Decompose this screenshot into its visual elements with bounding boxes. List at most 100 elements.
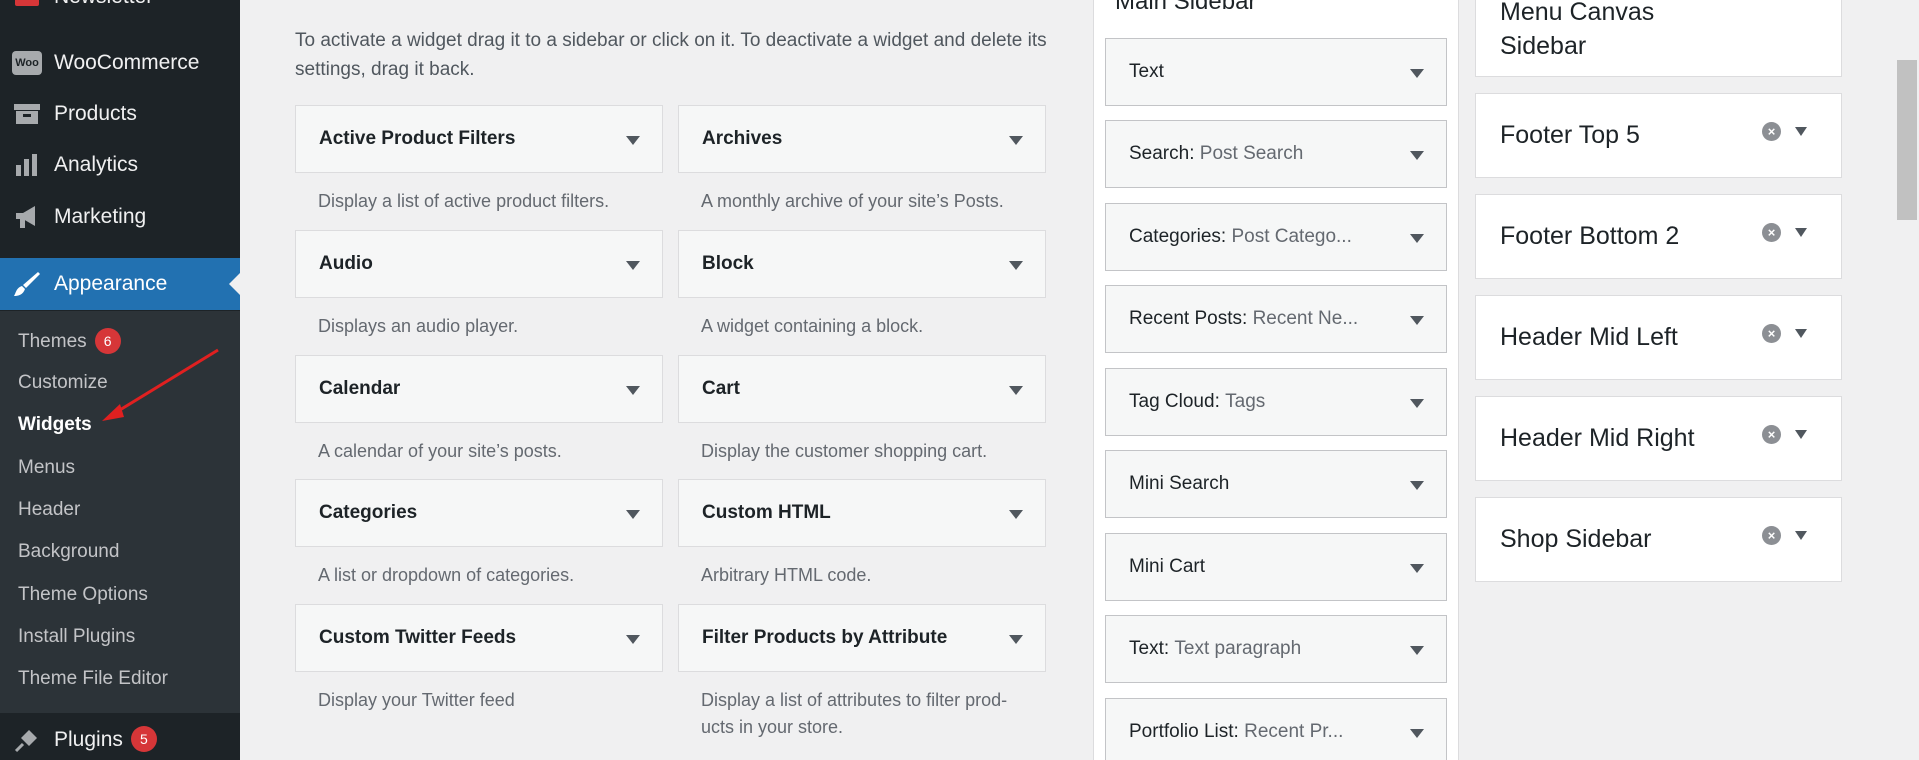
plugin-icon: [12, 725, 42, 755]
chevron-down-icon[interactable]: [1795, 228, 1807, 237]
widget-description: Display the customer shopping cart.: [701, 441, 988, 461]
submenu-item-header[interactable]: Header: [18, 495, 80, 525]
widget-description: A widget containing a block.: [701, 316, 924, 336]
remove-icon[interactable]: ×: [1762, 526, 1781, 545]
available-widgets-description: To activate a widget drag it to a sideba…: [295, 30, 1047, 80]
widget-description: Displays an audio player.: [318, 316, 519, 336]
chevron-down-icon[interactable]: [1795, 430, 1807, 439]
sidebar-title: Header Mid Right: [1500, 424, 1695, 452]
chevron-down-icon[interactable]: [626, 510, 640, 519]
sidebar-widget-portfolio-list[interactable]: Portfolio List: Recent Pr...: [1105, 698, 1447, 760]
submenu-item-install-plugins[interactable]: Install Plugins: [18, 622, 135, 652]
menu-item-label: Analytics: [54, 153, 139, 176]
sidebar-widget-text-paragraph[interactable]: Text: Text paragraph: [1105, 615, 1447, 683]
sidebar-title: Shop Sidebar: [1500, 525, 1652, 553]
remove-icon[interactable]: ×: [1762, 324, 1781, 343]
menu-item-marketing[interactable]: Marketing: [0, 192, 240, 242]
main-sidebar-title[interactable]: Main Sidebar: [1115, 0, 1256, 16]
chevron-down-icon[interactable]: [626, 386, 640, 395]
menu-item-newsletter[interactable]: Newsletter: [0, 0, 240, 22]
chevron-down-icon[interactable]: [1009, 635, 1023, 644]
sidebar-widget-search[interactable]: Search: Post Search: [1105, 120, 1447, 188]
chevron-down-icon[interactable]: [1410, 151, 1424, 160]
menu-item-woocommerce[interactable]: Woo WooCommerce: [0, 38, 240, 88]
sidebar-menu-canvas[interactable]: Menu Canvas Sidebar: [1475, 0, 1842, 77]
menu-item-label: Plugins: [54, 728, 123, 751]
admin-menu: Newsletter Woo WooCommerce Products Anal…: [0, 0, 240, 760]
remove-icon[interactable]: ×: [1762, 425, 1781, 444]
sidebar-shop-sidebar[interactable]: Shop Sidebar ×: [1475, 497, 1842, 582]
widget-description: A monthly archive of your site’s Posts.: [701, 191, 1004, 211]
menu-item-analytics[interactable]: Analytics: [0, 140, 240, 190]
sidebar-widget-text[interactable]: Text: [1105, 38, 1447, 106]
menu-item-label: Newsletter: [54, 0, 153, 9]
sidebar-widget-mini-cart[interactable]: Mini Cart: [1105, 533, 1447, 601]
annotation-arrow-icon: [102, 348, 219, 421]
widget-description: Arbitrary HTML code.: [701, 565, 872, 585]
widget-audio[interactable]: Audio: [295, 230, 663, 298]
widget-cart[interactable]: Cart: [678, 355, 1046, 423]
chevron-down-icon[interactable]: [1410, 729, 1424, 738]
submenu-item-theme-file-editor[interactable]: Theme File Editor: [18, 664, 168, 694]
submenu-item-menus[interactable]: Menus: [18, 453, 75, 483]
sidebar-title: Menu Canvas Sidebar: [1500, 0, 1655, 60]
sidebar-widget-mini-search[interactable]: Mini Search: [1105, 450, 1447, 518]
chevron-down-icon[interactable]: [626, 635, 640, 644]
widget-description: Display a list of active product filters…: [318, 191, 610, 211]
chevron-down-icon[interactable]: [626, 136, 640, 145]
widget-description: A list or dropdown of categories.: [318, 565, 575, 585]
widget-categories[interactable]: Categories: [295, 479, 663, 547]
sidebar-header-mid-right[interactable]: Header Mid Right ×: [1475, 396, 1842, 481]
chevron-down-icon[interactable]: [1410, 399, 1424, 408]
chevron-down-icon[interactable]: [626, 261, 640, 270]
chevron-down-icon[interactable]: [1410, 564, 1424, 573]
chevron-down-icon[interactable]: [1410, 316, 1424, 325]
sidebar-widget-tag-cloud[interactable]: Tag Cloud: Tags: [1105, 368, 1447, 436]
update-count-badge: 5: [130, 726, 157, 752]
products-icon: [12, 99, 42, 129]
menu-item-plugins[interactable]: Plugins 5: [0, 715, 240, 760]
widget-description: Display your Twitter feed: [318, 690, 515, 710]
submenu-item-customize[interactable]: Customize: [18, 368, 108, 398]
widget-calendar[interactable]: Calendar: [295, 355, 663, 423]
widget-description: A calendar of your site’s posts.: [318, 441, 562, 461]
scrollbar-thumb[interactable]: [1897, 60, 1917, 220]
chevron-down-icon[interactable]: [1009, 386, 1023, 395]
sidebar-title: Footer Top 5: [1500, 121, 1640, 149]
chevron-down-icon[interactable]: [1009, 510, 1023, 519]
sidebar-footer-top-5[interactable]: Footer Top 5 ×: [1475, 93, 1842, 178]
sidebar-header-mid-left[interactable]: Header Mid Left ×: [1475, 295, 1842, 380]
analytics-icon: [12, 150, 42, 180]
widget-filter-products-by-attribute[interactable]: Filter Products by Attribute: [678, 604, 1046, 672]
widget-archives[interactable]: Archives: [678, 105, 1046, 173]
chevron-down-icon[interactable]: [1795, 329, 1807, 338]
submenu-item-background[interactable]: Background: [18, 537, 119, 567]
remove-icon[interactable]: ×: [1762, 122, 1781, 141]
widget-block[interactable]: Block: [678, 230, 1046, 298]
megaphone-icon: [12, 202, 42, 232]
chevron-down-icon[interactable]: [1410, 646, 1424, 655]
widget-custom-twitter-feeds[interactable]: Custom Twitter Feeds: [295, 604, 663, 672]
chevron-down-icon[interactable]: [1009, 261, 1023, 270]
menu-item-appearance[interactable]: Appearance: [0, 258, 240, 310]
woo-icon: Woo: [12, 48, 42, 78]
submenu-item-theme-options[interactable]: Theme Options: [18, 580, 148, 610]
sidebar-widget-recent-posts[interactable]: Recent Posts: Recent Ne...: [1105, 285, 1447, 353]
chevron-down-icon[interactable]: [1410, 481, 1424, 490]
chevron-down-icon[interactable]: [1795, 531, 1807, 540]
sidebar-footer-bottom-2[interactable]: Footer Bottom 2 ×: [1475, 194, 1842, 279]
chevron-down-icon[interactable]: [1410, 234, 1424, 243]
menu-item-label: Products: [54, 102, 137, 125]
sidebar-widget-categories[interactable]: Categories: Post Catego...: [1105, 203, 1447, 271]
menu-item-label: Marketing: [54, 205, 147, 228]
chevron-down-icon[interactable]: [1795, 127, 1807, 136]
menu-item-label: WooCommerce: [54, 51, 200, 74]
menu-item-products[interactable]: Products: [0, 89, 240, 139]
submenu-item-widgets[interactable]: Widgets: [18, 410, 92, 440]
remove-icon[interactable]: ×: [1762, 223, 1781, 242]
widget-description: Display a list of attributes to filter p…: [701, 690, 1008, 737]
widget-custom-html[interactable]: Custom HTML: [678, 479, 1046, 547]
chevron-down-icon[interactable]: [1410, 69, 1424, 78]
chevron-down-icon[interactable]: [1009, 136, 1023, 145]
widget-active-product-filters[interactable]: Active Product Filters: [295, 105, 663, 173]
